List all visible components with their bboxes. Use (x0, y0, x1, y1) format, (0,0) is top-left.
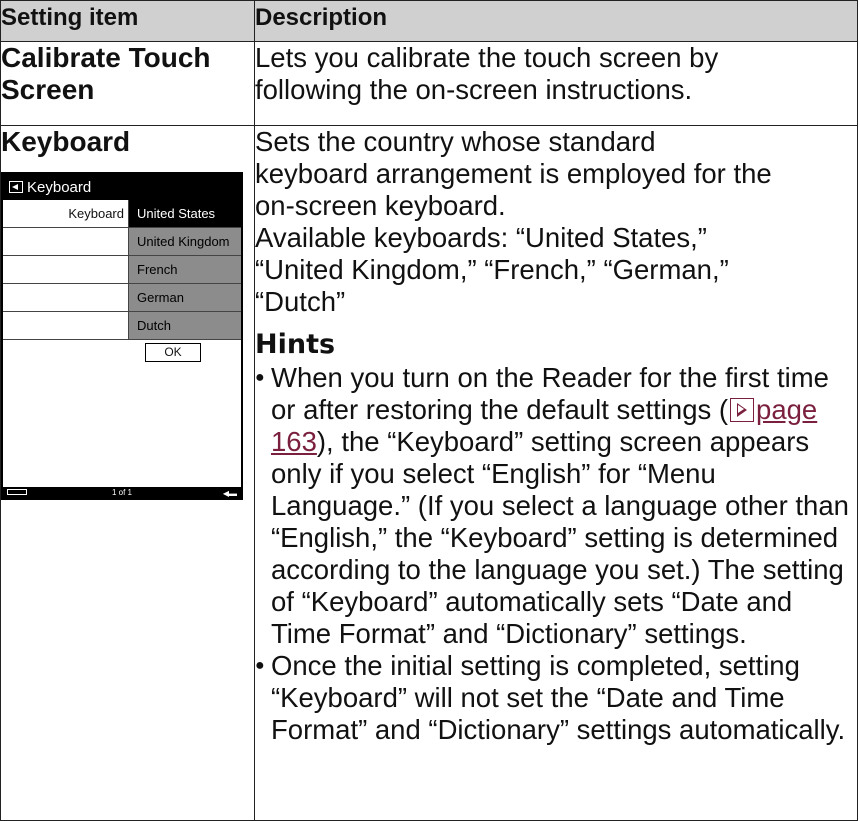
settings-table: Setting item Description Calibrate Touch… (0, 0, 858, 821)
device-setting-label: Keyboard (3, 200, 129, 227)
hint-text: ), the “Keyboard” setting screen appears… (271, 426, 849, 649)
device-option[interactable]: French (129, 256, 241, 283)
device-title-bar: Keyboard (3, 174, 241, 200)
item-title-calibrate: Calibrate Touch Screen (1, 42, 211, 105)
item-cell: Calibrate Touch Screen (0, 41, 255, 126)
device-option-row: German (3, 284, 241, 312)
item-cell: Keyboard Keyboard Keyboard United States… (0, 125, 255, 821)
device-option-row: French (3, 256, 241, 284)
header-description: Description (254, 0, 858, 42)
device-option[interactable]: Dutch (129, 312, 241, 339)
hint-item: When you turn on the Reader for the firs… (255, 362, 857, 650)
device-screenshot: Keyboard Keyboard United States United K… (1, 172, 243, 500)
device-title: Keyboard (27, 178, 92, 196)
device-option[interactable]: United Kingdom (129, 228, 241, 255)
device-option-row: Keyboard United States (3, 200, 241, 228)
volume-icon: ◀︎▬ (222, 489, 237, 498)
device-page-indicator: 1 of 1 (111, 488, 132, 497)
reference-arrow-icon (730, 398, 755, 422)
hint-text: Once the initial setting is completed, s… (271, 650, 846, 745)
hints-heading: Hints (255, 329, 336, 360)
description-line: Sets the country whose standard (255, 126, 656, 157)
description-line: “Dutch” (255, 286, 346, 317)
device-option-row: United Kingdom (3, 228, 241, 256)
description-cell: Sets the country whose standard keyboard… (254, 125, 858, 821)
device-option[interactable]: German (129, 284, 241, 311)
header-setting-item: Setting item (0, 0, 255, 42)
description-line: Lets you calibrate the touch screen by (255, 42, 719, 73)
device-ok-button[interactable]: OK (145, 343, 201, 362)
device-option-row: Dutch (3, 312, 241, 340)
hints-list: When you turn on the Reader for the firs… (255, 362, 857, 746)
description-cell: Lets you calibrate the touch screen by f… (254, 41, 858, 126)
description-line: “United Kingdom,” “French,” “German,” (255, 254, 729, 285)
table-row: Calibrate Touch Screen Lets you calibrat… (0, 41, 858, 126)
description-line: on-screen keyboard. (255, 190, 506, 221)
device-option-selected[interactable]: United States (129, 200, 241, 227)
item-title-keyboard: Keyboard (1, 126, 131, 157)
description-line: following the on-screen instructions. (255, 74, 693, 105)
device-status-bar: 1 of 1 ◀︎▬ (3, 487, 241, 498)
battery-icon (7, 489, 27, 495)
description-line: keyboard arrangement is employed for the (255, 158, 772, 189)
description-line: Available keyboards: “United States,” (255, 222, 707, 253)
back-icon[interactable] (9, 181, 23, 193)
table-header-row: Setting item Description (0, 0, 858, 42)
table-row: Keyboard Keyboard Keyboard United States… (0, 125, 858, 821)
hint-item: Once the initial setting is completed, s… (255, 650, 857, 746)
